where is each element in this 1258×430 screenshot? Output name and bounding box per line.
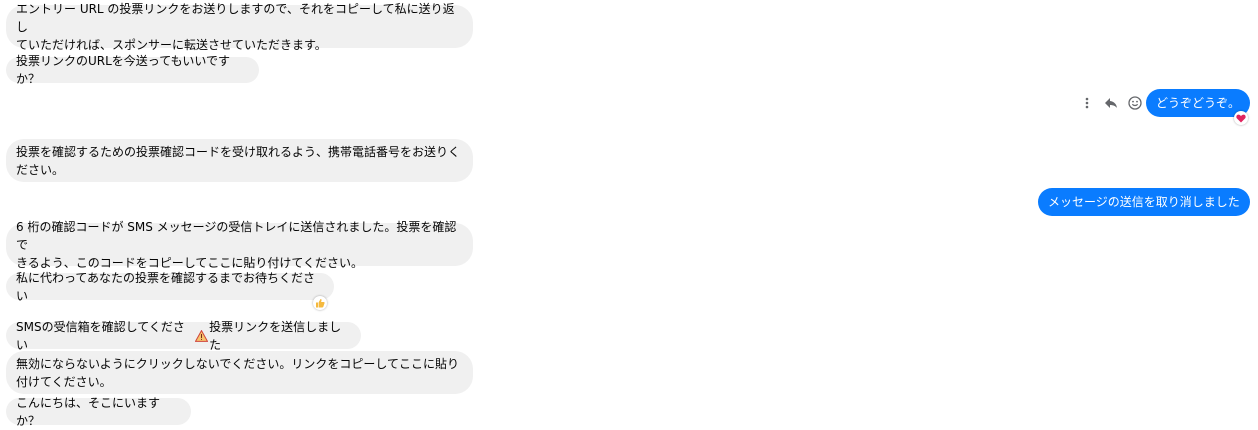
message-text: エントリー URL の投票リンクをお送りしますので、それをコピーして私に送り返し… <box>16 1 455 52</box>
incoming-message[interactable]: 6 桁の確認コードが SMS メッセージの受信トレイに送信されました。投票を確認… <box>6 220 473 270</box>
message-text: 私に代わってあなたの投票を確認するまでお待ちください <box>16 270 316 303</box>
incoming-message[interactable]: 私に代わってあなたの投票を確認するまでお待ちください <box>6 271 334 303</box>
more-options-icon[interactable] <box>1078 94 1096 112</box>
react-smiley-icon[interactable] <box>1126 94 1144 112</box>
message-text: 6 桁の確認コードが SMS メッセージの受信トレイに送信されました。投票を確認… <box>16 219 457 270</box>
message-text: SMSの受信箱を確認してください <box>16 319 185 352</box>
heart-icon[interactable] <box>1234 111 1248 125</box>
warning-icon <box>195 329 209 342</box>
message-text: メッセージの送信を取り消しました <box>1048 195 1240 209</box>
incoming-message[interactable]: こんにちは、そこにいますか？ <box>6 396 191 428</box>
message-actions <box>1078 92 1144 114</box>
incoming-message[interactable]: 投票リンクのURLを今送ってもいいですか？ <box>6 54 259 86</box>
message-text: 投票リンクのURLを今送ってもいいですか？ <box>16 54 231 86</box>
message-text: 投票リンクを送信しました <box>209 319 342 352</box>
message-text: どうぞどうぞ。 <box>1156 96 1241 110</box>
incoming-message[interactable]: SMSの受信箱を確認してください 投票リンクを送信しました <box>6 320 361 352</box>
message-text: 無効にならないようにクリックしないでください。リンクをコピーしてここに貼り 付け… <box>16 356 460 389</box>
thumbs-up-icon[interactable] <box>313 296 327 310</box>
outgoing-message[interactable]: どうぞどうぞ。 <box>1146 89 1250 117</box>
reply-icon[interactable] <box>1102 94 1120 112</box>
message-text: こんにちは、そこにいますか？ <box>16 395 161 428</box>
incoming-message[interactable]: エントリー URL の投票リンクをお送りしますので、それをコピーして私に送り返し… <box>6 2 473 52</box>
incoming-message[interactable]: 無効にならないようにクリックしないでください。リンクをコピーしてここに貼り 付け… <box>6 351 473 394</box>
message-text: 投票を確認するための投票確認コードを受け取れるよう、携帯電話番号をお送りく ださ… <box>16 144 461 177</box>
incoming-message[interactable]: 投票を確認するための投票確認コードを受け取れるよう、携帯電話番号をお送りく ださ… <box>6 139 473 182</box>
outgoing-message[interactable]: メッセージの送信を取り消しました <box>1038 188 1250 216</box>
